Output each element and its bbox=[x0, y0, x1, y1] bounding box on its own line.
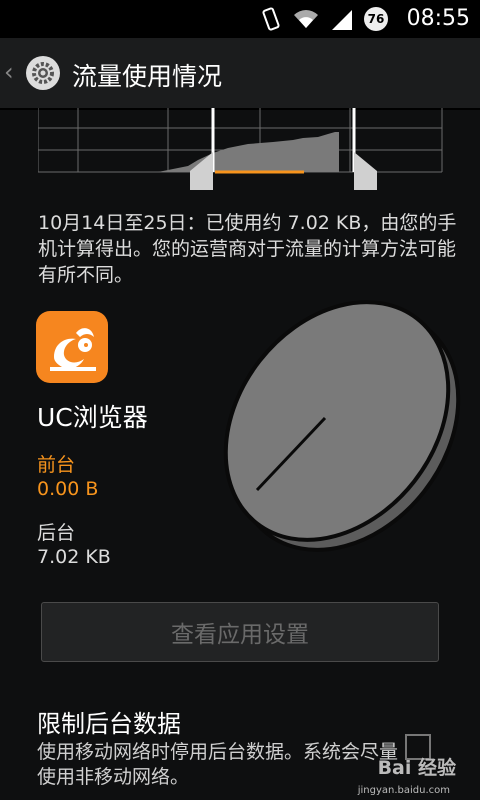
usage-pie-chart bbox=[223, 300, 461, 552]
foreground-value: 0.00 B bbox=[37, 478, 99, 500]
app-settings-button[interactable]: 查看应用设置 bbox=[41, 602, 439, 662]
watermark-url: jingyan.baidu.com bbox=[357, 785, 450, 796]
battery-icon: 76 bbox=[364, 7, 388, 31]
page-title: 流量使用情况 bbox=[72, 62, 223, 91]
background-label: 后台 bbox=[37, 522, 76, 544]
start-handle[interactable] bbox=[190, 152, 213, 190]
wifi-icon bbox=[294, 10, 318, 28]
background-value: 7.02 KB bbox=[37, 546, 111, 568]
clock: 08:55 bbox=[406, 6, 470, 31]
action-bar: ‹ 流量使用情况 bbox=[0, 38, 480, 110]
vibrate-icon bbox=[262, 7, 280, 31]
back-chevron-icon[interactable]: ‹ bbox=[4, 58, 14, 86]
uc-browser-icon bbox=[36, 311, 108, 383]
app-name: UC浏览器 bbox=[37, 403, 148, 432]
settings-gear-icon[interactable] bbox=[26, 56, 60, 90]
end-handle[interactable] bbox=[354, 152, 377, 190]
status-bar: 76 08:55 bbox=[0, 0, 480, 38]
foreground-label: 前台 bbox=[37, 454, 76, 476]
restrict-background-title: 限制后台数据 bbox=[37, 710, 181, 738]
baidu-watermark: Bai 经验 bbox=[377, 757, 456, 779]
signal-icon bbox=[332, 10, 352, 30]
usage-summary: 10月14日至25日：已使用约 7.02 KB，由您的手机计算得出。您的运营商对… bbox=[38, 212, 457, 286]
usage-graph[interactable] bbox=[38, 108, 443, 192]
restrict-background-description: 使用移动网络时停用后台数据。系统会尽量使用非移动网络。 bbox=[37, 741, 399, 788]
status-icons: 76 bbox=[260, 7, 388, 31]
